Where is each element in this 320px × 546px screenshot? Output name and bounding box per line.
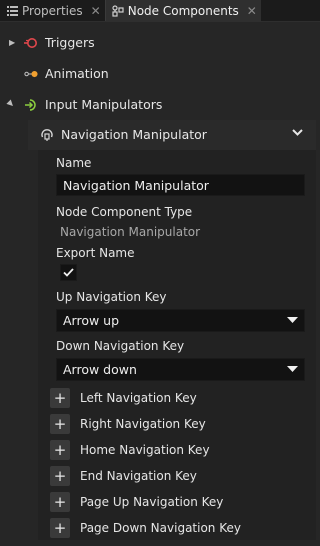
- dropdown-arrow-icon: [287, 317, 298, 323]
- collapse-arrow-icon[interactable]: ▶: [6, 98, 17, 109]
- node-components-icon: [112, 5, 124, 17]
- down-navigation-key-select[interactable]: Arrow down: [56, 358, 305, 381]
- tab-node-components-label: Node Components: [127, 4, 239, 18]
- component-header[interactable]: Navigation Manipulator: [28, 120, 316, 150]
- triggers-icon: [24, 36, 38, 50]
- add-home-navigation-key[interactable]: + Home Navigation Key: [50, 439, 210, 461]
- down-navigation-key-value: Arrow down: [63, 362, 137, 377]
- tab-node-components[interactable]: Node Components ✕: [105, 0, 261, 22]
- add-right-navigation-key[interactable]: + Right Navigation Key: [50, 413, 206, 435]
- dropdown-arrow-icon: [287, 366, 298, 372]
- expand-arrow-icon[interactable]: ▶: [9, 38, 15, 47]
- tree-item-label: Triggers: [45, 35, 95, 50]
- export-name-checkbox[interactable]: [60, 264, 77, 281]
- component-type-label: Node Component Type: [56, 205, 193, 219]
- tab-properties[interactable]: Properties ✕: [0, 0, 105, 22]
- animation-icon: [24, 67, 38, 81]
- plus-icon[interactable]: +: [50, 414, 70, 434]
- name-field[interactable]: Navigation Manipulator: [56, 174, 305, 196]
- close-icon[interactable]: ✕: [247, 4, 257, 18]
- tree-item-input-manipulators[interactable]: ▶ Input Manipulators: [0, 89, 320, 120]
- properties-icon: [6, 5, 18, 17]
- tab-properties-label: Properties: [22, 4, 83, 18]
- add-page-up-navigation-key[interactable]: + Page Up Navigation Key: [50, 491, 223, 513]
- component-type-value: Navigation Manipulator: [60, 225, 201, 239]
- add-property-label: End Navigation Key: [80, 469, 197, 483]
- add-property-label: Page Up Navigation Key: [80, 495, 224, 509]
- down-navigation-key-label: Down Navigation Key: [56, 339, 185, 353]
- add-left-navigation-key[interactable]: + Left Navigation Key: [50, 387, 197, 409]
- add-property-label: Left Navigation Key: [80, 391, 197, 405]
- tab-bar: Properties ✕ Node Components ✕: [0, 0, 320, 22]
- component-title: Navigation Manipulator: [61, 127, 207, 142]
- up-navigation-key-select[interactable]: Arrow up: [56, 309, 305, 332]
- tree-item-label: Animation: [45, 66, 109, 81]
- close-icon[interactable]: ✕: [91, 4, 101, 18]
- add-property-label: Page Down Navigation Key: [80, 521, 241, 535]
- tree-item-animation[interactable]: Animation: [0, 58, 320, 89]
- plus-icon[interactable]: +: [50, 518, 70, 538]
- up-navigation-key-label: Up Navigation Key: [56, 290, 167, 304]
- tree-item-triggers[interactable]: ▶ Triggers: [0, 27, 320, 58]
- add-property-label: Home Navigation Key: [80, 443, 210, 457]
- plus-icon[interactable]: +: [50, 466, 70, 486]
- export-name-label: Export Name: [56, 246, 135, 260]
- name-label: Name: [56, 156, 92, 170]
- tree-item-label: Input Manipulators: [45, 97, 163, 112]
- up-navigation-key-value: Arrow up: [63, 313, 120, 328]
- checkmark-icon: [63, 268, 74, 277]
- add-page-down-navigation-key[interactable]: + Page Down Navigation Key: [50, 517, 241, 539]
- plus-icon[interactable]: +: [50, 388, 70, 408]
- add-property-label: Right Navigation Key: [80, 417, 206, 431]
- input-manipulators-icon: [24, 98, 38, 112]
- plus-icon[interactable]: +: [50, 440, 70, 460]
- plus-icon[interactable]: +: [50, 492, 70, 512]
- navigation-manipulator-icon: [40, 128, 54, 142]
- chevron-down-icon[interactable]: [291, 126, 304, 142]
- add-end-navigation-key[interactable]: + End Navigation Key: [50, 465, 197, 487]
